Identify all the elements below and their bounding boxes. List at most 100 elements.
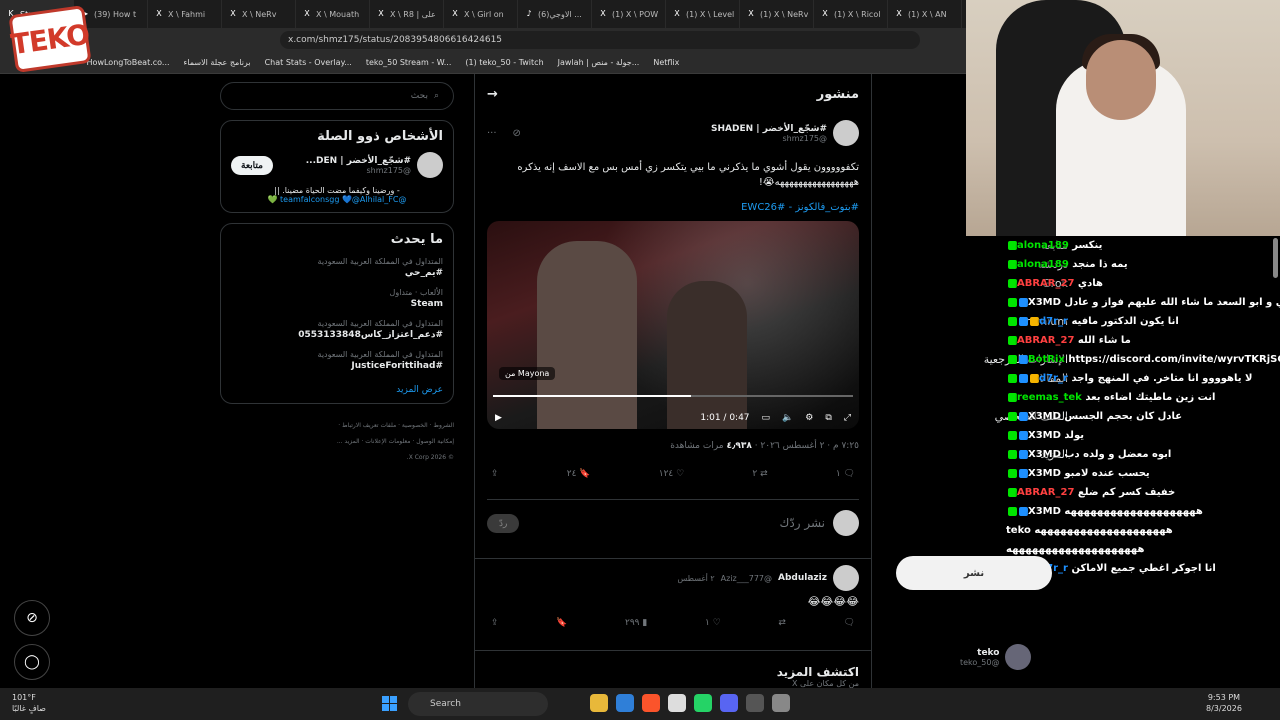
browser-tab[interactable]: X X \ Girl on xyxy=(444,0,518,28)
reply-input[interactable]: نشر ردّك xyxy=(779,516,825,530)
related-user[interactable]: #شجّع_الأخضر | DEN... @shmz175 متابعة xyxy=(231,152,443,178)
footer-line-1[interactable]: الشروط · الخصوصية · ملفات تعريف الارتباط… xyxy=(220,418,454,434)
follow-button[interactable]: متابعة xyxy=(231,155,273,175)
trend-item[interactable]: الألعاب · متداول Steam xyxy=(231,288,443,309)
chat-username[interactable]: ABRAR_27 xyxy=(1017,487,1074,498)
related-name[interactable]: #شجّع_الأخضر | DEN... xyxy=(306,156,411,166)
bookmark-button[interactable]: 🔖 ٢٤ xyxy=(567,469,591,479)
author-name[interactable]: #شجّع_الأخضر | SHADEN xyxy=(711,124,827,134)
browser-tab[interactable]: ♪ (6)الاوجي ... xyxy=(518,0,592,28)
author-avatar[interactable] xyxy=(833,120,859,146)
post-button[interactable]: نشر xyxy=(896,556,1052,590)
weather-widget[interactable]: 101°F صافٍ غالبًا xyxy=(12,692,46,714)
chat-username[interactable]: ABRAR_27 xyxy=(1017,335,1074,346)
share-icon[interactable]: ⇪ xyxy=(491,469,499,479)
bookmark-item[interactable]: teko_50 Stream - W... xyxy=(366,58,452,67)
reply-submit-button[interactable]: ردّ xyxy=(487,513,520,533)
browser-tab[interactable]: X (1) X \ Ricol xyxy=(814,0,888,28)
chat-message: d7r_r انا يكون الدكتور مافيه xyxy=(966,312,1280,331)
video-player[interactable]: من Mayona ▶ 1:01 / 0:47 ▭ 🔈 ⚙ ⧉ ⤢ xyxy=(487,221,859,429)
brave-icon[interactable] xyxy=(642,694,660,712)
browser-tab[interactable]: X (1) X \ POW xyxy=(592,0,666,28)
play-icon[interactable]: ▶ xyxy=(495,413,502,423)
bookmark-item[interactable]: Jawlah | جولة - منص... xyxy=(558,58,640,67)
settings-icon[interactable]: ⚙ xyxy=(805,413,813,423)
trend-item[interactable]: المتداول في المملكة العربية السعودية #يم_… xyxy=(231,257,443,278)
chat-username[interactable]: ABRAR_27 xyxy=(1017,278,1074,289)
chat-username[interactable]: BotRix xyxy=(1028,354,1065,365)
video-progress[interactable] xyxy=(493,395,853,397)
post-hashtags[interactable]: #بتوت_فالكونز - #EWC26 xyxy=(487,202,859,213)
reply-button[interactable]: 🗨 ١ xyxy=(836,469,855,479)
weather-temp: 101°F xyxy=(12,693,36,702)
reply-comment-button[interactable]: 🗨 xyxy=(844,618,855,628)
browser-tab[interactable]: X X \ R8 | على xyxy=(370,0,444,28)
chat-username[interactable]: X3MD xyxy=(1028,411,1061,422)
browser-tab[interactable]: X X \ Mouath xyxy=(296,0,370,28)
chat-username[interactable]: alona189 xyxy=(1017,240,1069,251)
chat-username[interactable]: X3MD xyxy=(1028,297,1061,308)
grok-icon[interactable]: ⊘ xyxy=(513,128,521,139)
messages-icon[interactable]: ◯ xyxy=(14,644,50,680)
avatar[interactable] xyxy=(417,152,443,178)
chat-username[interactable]: X3MD xyxy=(1028,506,1061,517)
like-button[interactable]: ♡ ١٢٤ xyxy=(659,469,684,479)
reply-like-button[interactable]: ♡ ١ xyxy=(705,618,721,628)
grok-icon[interactable]: ⊘ xyxy=(14,600,50,636)
popout-icon[interactable]: ⧉ xyxy=(825,413,831,423)
browser-tab[interactable]: X (1) X \ AN xyxy=(888,0,962,28)
show-more-link[interactable]: عرض المزيد xyxy=(231,385,443,395)
chat-username[interactable]: X3MD xyxy=(1028,449,1061,460)
browser-tab[interactable]: X (1) X \ NeRv xyxy=(740,0,814,28)
obs-icon[interactable] xyxy=(746,694,764,712)
reply-author[interactable]: Abdulaziz xyxy=(778,573,827,583)
browser-tab[interactable]: X X \ Fahmi xyxy=(148,0,222,28)
trend-item[interactable]: المتداول في المملكة العربية السعودية #Jus… xyxy=(231,350,443,371)
chat-username[interactable]: d7r_r xyxy=(1039,316,1068,327)
chat-username[interactable]: X3MD xyxy=(1028,468,1061,479)
search-input[interactable]: بحث ⌕ xyxy=(220,82,454,110)
browser-tab[interactable]: X X \ NeRv xyxy=(222,0,296,28)
reply-share-icon[interactable]: ⇪ xyxy=(491,618,499,628)
repost-button[interactable]: ⇄ ٢ xyxy=(752,469,767,479)
folder-icon[interactable] xyxy=(590,694,608,712)
whatsapp-icon[interactable] xyxy=(694,694,712,712)
video-credit[interactable]: من Mayona xyxy=(499,367,556,380)
chat-username[interactable]: alona189 xyxy=(1017,259,1069,270)
bookmark-item[interactable]: Netflix xyxy=(653,58,679,67)
back-arrow-icon[interactable]: → xyxy=(487,87,498,102)
trend-tag: Steam xyxy=(410,299,443,309)
discord-icon[interactable] xyxy=(720,694,738,712)
reply-repost-button[interactable]: ⇄ xyxy=(778,618,786,628)
captions-icon[interactable]: ▭ xyxy=(762,413,771,423)
app-icon[interactable] xyxy=(772,694,790,712)
browser-tab[interactable]: X (1) X \ Level xyxy=(666,0,740,28)
bookmark-item[interactable]: برنامج عجلة الاسماء xyxy=(184,58,251,67)
chat-username[interactable]: X3MD xyxy=(1028,430,1061,441)
account-switcher[interactable]: teko @teko_50 xyxy=(960,644,1032,670)
post-time[interactable]: ٧:٢٥ م · ٢ أغسطس ٢٠٢٦ · xyxy=(752,441,859,451)
start-button[interactable] xyxy=(382,696,398,712)
notepad-icon[interactable] xyxy=(668,694,686,712)
chat-scrollbar[interactable] xyxy=(1273,238,1278,278)
bookmark-item[interactable]: HowLongToBeat.co... xyxy=(87,58,170,67)
reply-avatar[interactable] xyxy=(833,565,859,591)
url-field[interactable]: x.com/shmz175/status/2083954806616424615 xyxy=(280,31,920,49)
volume-icon[interactable]: 🔈 xyxy=(782,413,793,423)
reply-views[interactable]: ▮ ٢٩٩ xyxy=(625,618,647,628)
trend-item[interactable]: المتداول في المملكة العربية السعودية #دعم… xyxy=(231,319,443,340)
fullscreen-icon[interactable]: ⤢ xyxy=(844,413,851,423)
taskbar-search[interactable]: Search xyxy=(408,692,548,716)
bookmark-item[interactable]: (1) teko_50 - Twitch xyxy=(465,58,543,67)
more-icon[interactable]: ··· xyxy=(487,128,497,139)
edge-icon[interactable] xyxy=(616,694,634,712)
reply-bookmark-button[interactable]: 🔖 xyxy=(556,618,567,628)
trend-tag: #JusticeForittihad xyxy=(351,361,443,371)
bookmark-item[interactable]: Chat Stats - Overlay... xyxy=(265,58,352,67)
taskbar-clock[interactable]: 9:53 PM 8/3/2026 xyxy=(1206,692,1242,714)
chat-username[interactable]: teko xyxy=(1006,525,1031,536)
related-bio-links[interactable]: @teamfalconsgg 💙@Alhilal_FC 💚 xyxy=(231,195,443,204)
chat-username[interactable]: reemas_tek xyxy=(1017,392,1082,403)
chat-username[interactable]: d7r_r xyxy=(1039,373,1068,384)
footer-line-2[interactable]: إمكانية الوصول · معلومات الإعلانات · الم… xyxy=(220,434,454,450)
